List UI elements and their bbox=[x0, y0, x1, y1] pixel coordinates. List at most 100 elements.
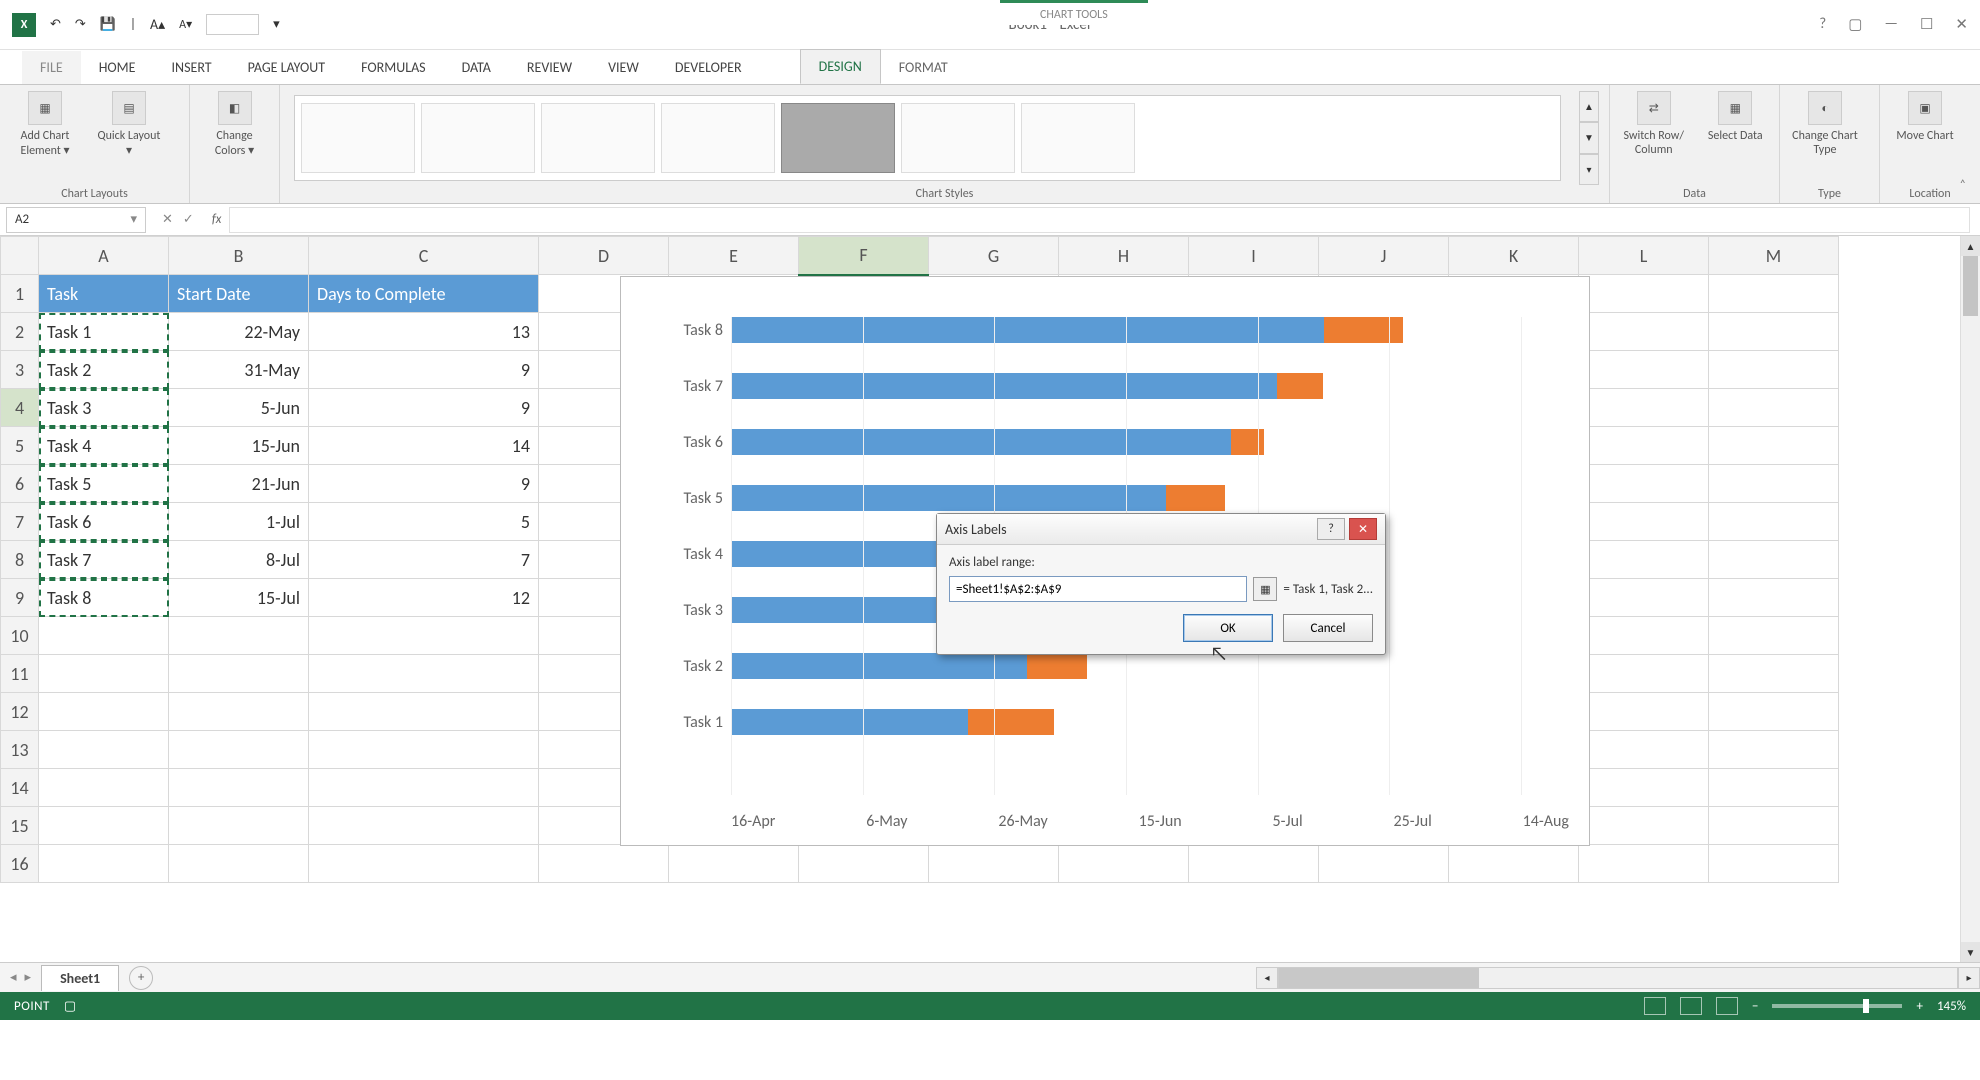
cell[interactable] bbox=[309, 655, 539, 693]
cell[interactable] bbox=[39, 731, 169, 769]
cell[interactable] bbox=[1709, 693, 1839, 731]
chart-bar-row[interactable]: Task 1 bbox=[731, 709, 1569, 735]
col-header[interactable]: C bbox=[309, 237, 539, 275]
help-icon[interactable]: ? bbox=[1819, 15, 1826, 34]
chart-style-thumb[interactable] bbox=[301, 103, 415, 173]
chart-bar-series2[interactable] bbox=[1027, 653, 1086, 679]
col-header[interactable]: D bbox=[539, 237, 669, 275]
cell[interactable] bbox=[169, 617, 309, 655]
chart-bar-row[interactable]: Task 8 bbox=[731, 317, 1569, 343]
cell[interactable] bbox=[1579, 731, 1709, 769]
row-header[interactable]: 10 bbox=[1, 617, 39, 655]
row-header[interactable]: 8 bbox=[1, 541, 39, 579]
chart-bar-series1[interactable] bbox=[731, 373, 1277, 399]
select-all-corner[interactable] bbox=[1, 237, 39, 275]
col-header[interactable]: K bbox=[1449, 237, 1579, 275]
scroll-up-icon[interactable]: ▲ bbox=[1961, 236, 1980, 256]
cell[interactable]: 22-May bbox=[169, 313, 309, 351]
cell[interactable]: 15-Jun bbox=[169, 427, 309, 465]
undo-icon[interactable]: ↶ bbox=[50, 17, 61, 32]
cell[interactable]: 13 bbox=[309, 313, 539, 351]
row-header[interactable]: 4 bbox=[1, 389, 39, 427]
cell[interactable] bbox=[169, 845, 309, 883]
cell[interactable]: Task 4 bbox=[39, 427, 169, 465]
cell[interactable] bbox=[1709, 655, 1839, 693]
col-header[interactable]: H bbox=[1059, 237, 1189, 275]
name-box[interactable]: A2▾ bbox=[6, 207, 146, 233]
tab-file[interactable]: FILE bbox=[22, 51, 81, 84]
cell[interactable] bbox=[1579, 313, 1709, 351]
row-header[interactable]: 5 bbox=[1, 427, 39, 465]
change-colors-button[interactable]: ◧Change Colors ▾ bbox=[200, 91, 269, 158]
chart-bar-row[interactable]: Task 6 bbox=[731, 429, 1569, 455]
cell[interactable] bbox=[39, 655, 169, 693]
chart-bar-row[interactable]: Task 2 bbox=[731, 653, 1569, 679]
chart-bar-series1[interactable] bbox=[731, 709, 968, 735]
row-header[interactable]: 2 bbox=[1, 313, 39, 351]
quick-layout-button[interactable]: ▤Quick Layout ▾ bbox=[94, 91, 164, 158]
cell[interactable] bbox=[1709, 617, 1839, 655]
chart-styles-gallery[interactable] bbox=[294, 95, 1561, 181]
tab-design[interactable]: DESIGN bbox=[800, 49, 881, 84]
cell[interactable] bbox=[1059, 845, 1189, 883]
cell[interactable] bbox=[1709, 389, 1839, 427]
dialog-help-icon[interactable]: ? bbox=[1317, 518, 1345, 540]
gallery-scroll-down-icon[interactable]: ▼ bbox=[1579, 122, 1599, 153]
sheet-tab[interactable]: Sheet1 bbox=[41, 965, 119, 991]
cell[interactable]: 5 bbox=[309, 503, 539, 541]
chart-bar-series1[interactable] bbox=[731, 653, 1027, 679]
tab-page-layout[interactable]: PAGE LAYOUT bbox=[230, 51, 343, 84]
cell[interactable]: 9 bbox=[309, 389, 539, 427]
tab-review[interactable]: REVIEW bbox=[509, 51, 590, 84]
cell[interactable]: 1-Jul bbox=[169, 503, 309, 541]
horizontal-scrollbar[interactable] bbox=[1278, 967, 1958, 989]
cell[interactable]: 8-Jul bbox=[169, 541, 309, 579]
cell[interactable]: Start Date bbox=[169, 275, 309, 313]
chart-bar-row[interactable]: Task 7 bbox=[731, 373, 1569, 399]
chart-bar-series1[interactable] bbox=[731, 429, 1231, 455]
redo-icon[interactable]: ↷ bbox=[75, 17, 86, 32]
cell[interactable] bbox=[1579, 655, 1709, 693]
row-header[interactable]: 13 bbox=[1, 731, 39, 769]
move-chart-button[interactable]: ▣Move Chart bbox=[1890, 91, 1960, 143]
ribbon-display-icon[interactable]: ▢ bbox=[1848, 15, 1862, 34]
cell[interactable] bbox=[1579, 351, 1709, 389]
cell[interactable] bbox=[1709, 275, 1839, 313]
enter-formula-icon[interactable]: ✓ bbox=[183, 212, 194, 227]
row-header[interactable]: 15 bbox=[1, 807, 39, 845]
sheet-nav-prev-icon[interactable]: ◂ bbox=[10, 970, 17, 985]
row-header[interactable]: 3 bbox=[1, 351, 39, 389]
chart-bar-series2[interactable] bbox=[968, 709, 1054, 735]
gallery-more-icon[interactable]: ▾ bbox=[1579, 154, 1599, 185]
col-header[interactable]: L bbox=[1579, 237, 1709, 275]
cell[interactable] bbox=[1579, 389, 1709, 427]
scroll-thumb[interactable] bbox=[1963, 256, 1978, 316]
change-chart-type-button[interactable]: ◐Change Chart Type bbox=[1790, 91, 1860, 157]
chart-style-thumb-selected[interactable] bbox=[781, 103, 895, 173]
cell[interactable] bbox=[1709, 541, 1839, 579]
fx-label[interactable]: fx bbox=[204, 212, 230, 227]
cell[interactable]: Task 6 bbox=[39, 503, 169, 541]
cancel-formula-icon[interactable]: ✕ bbox=[162, 212, 173, 227]
font-increase-icon[interactable]: A▴ bbox=[150, 16, 165, 33]
cell[interactable] bbox=[1579, 427, 1709, 465]
cell[interactable] bbox=[1579, 503, 1709, 541]
font-decrease-icon[interactable]: A▾ bbox=[179, 17, 192, 32]
vertical-scrollbar[interactable]: ▲ ▼ bbox=[1960, 236, 1980, 962]
cell[interactable] bbox=[1579, 617, 1709, 655]
maximize-icon[interactable]: ☐ bbox=[1920, 15, 1933, 34]
cell[interactable] bbox=[309, 617, 539, 655]
chart-bar-series2[interactable] bbox=[1166, 485, 1225, 511]
cell[interactable] bbox=[169, 693, 309, 731]
cell[interactable] bbox=[1709, 427, 1839, 465]
cell[interactable] bbox=[929, 845, 1059, 883]
select-data-button[interactable]: ▦Select Data bbox=[1702, 91, 1770, 143]
macro-record-icon[interactable]: ▢ bbox=[64, 999, 76, 1014]
chart-style-thumb[interactable] bbox=[661, 103, 775, 173]
cell[interactable] bbox=[1709, 579, 1839, 617]
hscroll-thumb[interactable] bbox=[1279, 968, 1479, 988]
view-normal-icon[interactable] bbox=[1644, 997, 1666, 1015]
tab-data[interactable]: DATA bbox=[444, 51, 509, 84]
cell[interactable] bbox=[1579, 579, 1709, 617]
col-header[interactable]: G bbox=[929, 237, 1059, 275]
